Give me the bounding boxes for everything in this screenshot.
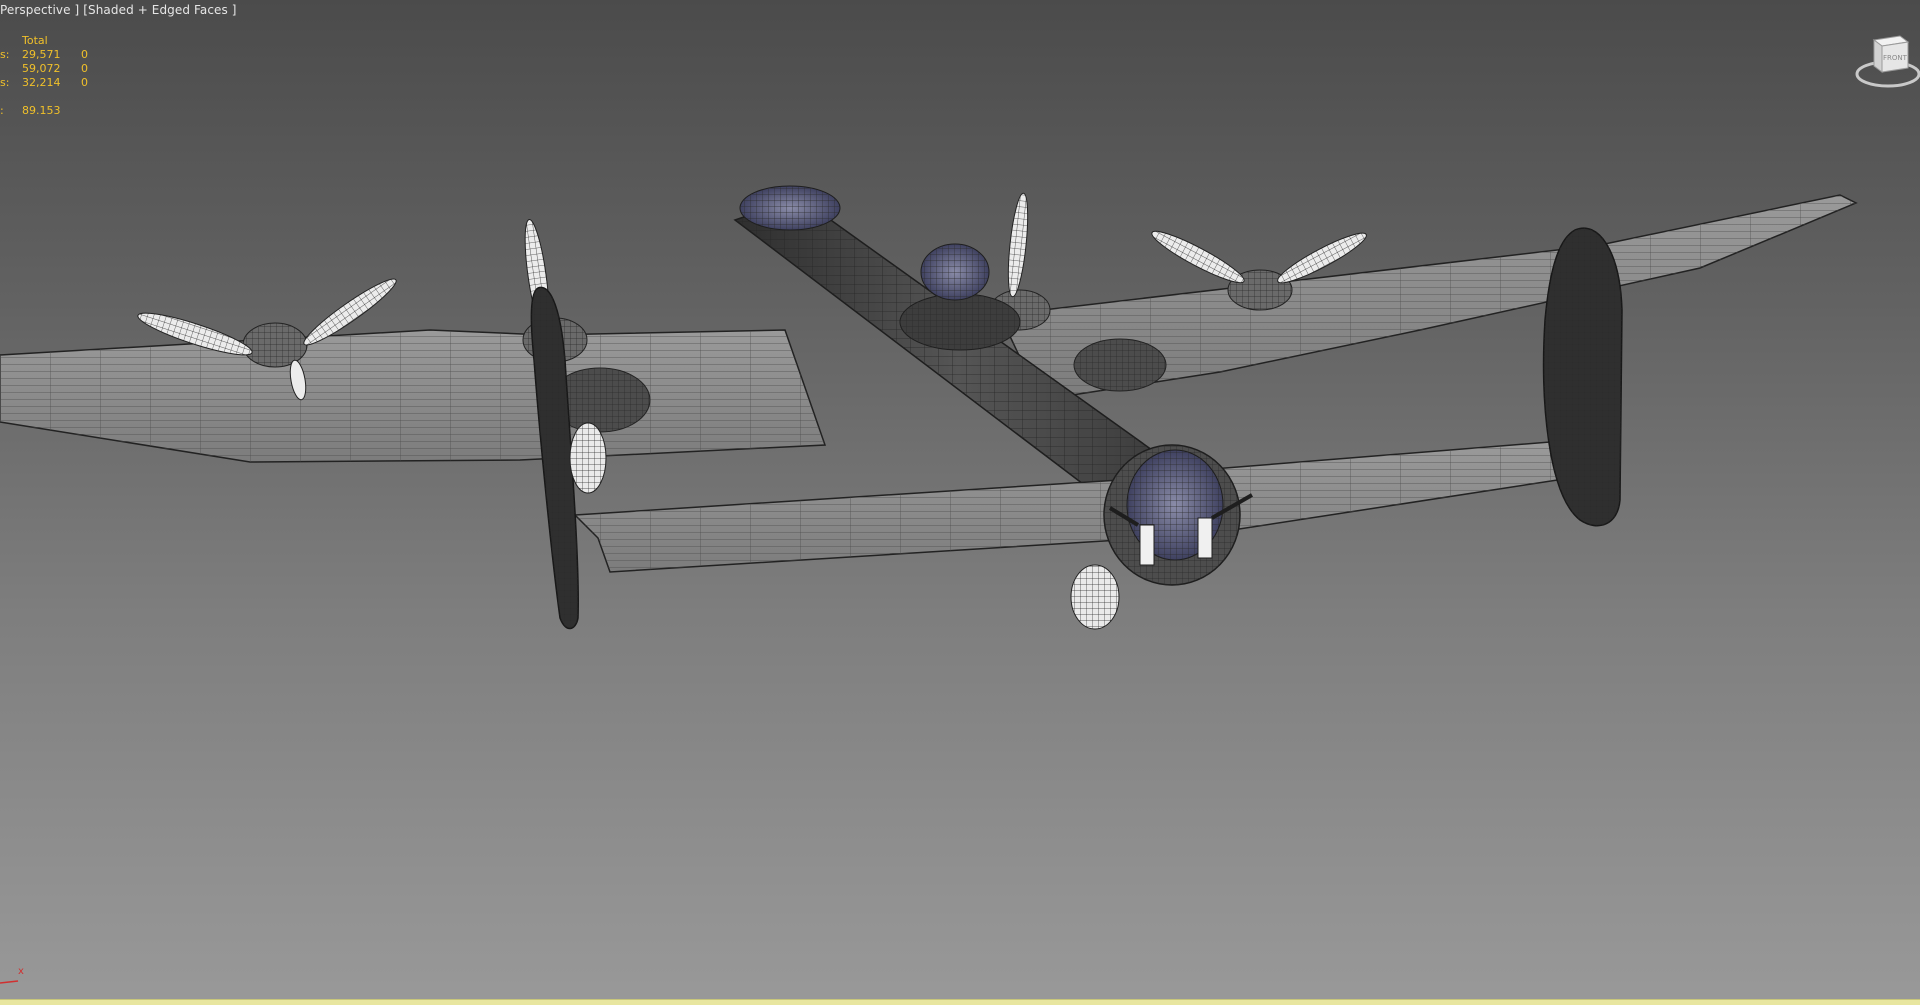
stats-row-verts: s: 32,214 0	[0, 76, 120, 90]
aircraft-model[interactable]	[0, 140, 1920, 780]
stats-row-selected: 0	[81, 48, 88, 61]
stats-row-label: s:	[0, 76, 10, 89]
stats-header: Total	[22, 34, 48, 47]
stats-row-label: s:	[0, 48, 10, 61]
stats-fps-value: 89.153	[22, 104, 61, 117]
stats-row-label: :	[0, 104, 4, 117]
viewcube-face-label: FRONT	[1883, 54, 1908, 62]
stats-row-total: 29,571	[22, 48, 61, 61]
stats-row-tris: 59,072 0	[0, 62, 120, 76]
wing-left	[0, 329, 827, 463]
stats-row-fps: : 89.153	[0, 104, 120, 118]
stats-row-polys: s: 29,571 0	[0, 48, 120, 62]
timeline-track[interactable]	[0, 999, 1920, 1005]
axis-x-label: x	[18, 966, 24, 977]
axis-tripod: x	[0, 950, 40, 990]
stats-row-total: 59,072	[22, 62, 61, 75]
stats-row-selected: 0	[81, 76, 88, 89]
stats-row-total: 32,214	[22, 76, 61, 89]
viewcube-icon[interactable]: FRONT	[1848, 30, 1920, 94]
rear-gun-turret	[1103, 444, 1253, 586]
stats-row-selected: 0	[81, 62, 88, 75]
viewport-label[interactable]: Perspective ] [Shaded + Edged Faces ]	[0, 3, 237, 17]
